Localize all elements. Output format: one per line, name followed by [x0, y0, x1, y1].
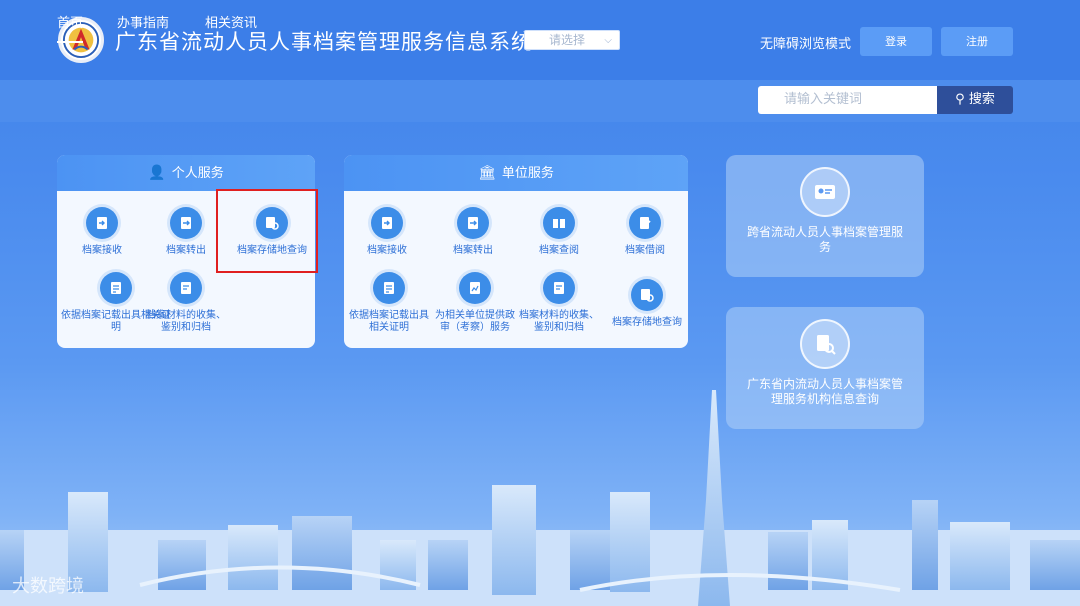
service-item-label: 档案借阅	[625, 245, 665, 256]
service-item-label: 档案转出	[166, 245, 206, 256]
building-icon: 🏛	[478, 165, 496, 181]
city-skyline-illustration	[0, 390, 1080, 606]
service-item-label: 档案转出	[453, 245, 493, 256]
archive-icon	[543, 272, 575, 304]
service-item-label: 档案接收	[367, 245, 407, 256]
service-item-personal-receive[interactable]: 档案接收	[62, 207, 142, 257]
search-button[interactable]: ⚲ 搜索	[937, 86, 1013, 114]
nav-home[interactable]: 首页	[57, 12, 84, 43]
service-item-label: 档案接收	[82, 245, 122, 256]
certificate-icon	[100, 272, 132, 304]
register-button[interactable]: 注册	[941, 27, 1013, 56]
service-item-unit-review[interactable]: 为相关单位提供政审（考察）服务	[432, 272, 518, 334]
search-button-label: 搜索	[968, 92, 995, 107]
document-search-icon	[800, 319, 850, 369]
certificate-icon	[373, 272, 405, 304]
search-icon: ⚲	[955, 92, 965, 107]
book-icon	[543, 207, 575, 239]
file-receive-icon	[371, 207, 403, 239]
cross-province-card-label: 跨省流动人员人事档案管理服务	[746, 225, 903, 254]
file-search-icon	[631, 279, 663, 311]
nav-news[interactable]: 相关资讯	[205, 12, 257, 31]
region-select[interactable]: 请选择 ⌵	[524, 30, 620, 50]
watermark: 大数跨境	[12, 576, 84, 597]
region-select-placeholder: 请选择	[549, 33, 586, 47]
service-item-label: 为相关单位提供政审（考察）服务	[435, 310, 515, 333]
file-edit-icon	[629, 207, 661, 239]
file-receive-icon	[86, 207, 118, 239]
service-item-unit-receive[interactable]: 档案接收	[347, 207, 427, 257]
file-transfer-icon	[170, 207, 202, 239]
id-card-icon	[800, 167, 850, 217]
search-input[interactable]: 请输入关键词	[758, 86, 938, 114]
chevron-down-icon: ⌵	[604, 35, 612, 46]
service-item-unit-consult[interactable]: 档案查阅	[519, 207, 599, 257]
service-item-label: 档案查阅	[539, 245, 579, 256]
service-item-personal-transfer[interactable]: 档案转出	[146, 207, 226, 257]
service-item-unit-storage-query[interactable]: 档案存储地查询	[605, 279, 689, 329]
service-item-unit-certificate[interactable]: 依据档案记载出具相关证明	[346, 272, 432, 334]
service-item-unit-transfer[interactable]: 档案转出	[433, 207, 513, 257]
login-button[interactable]: 登录	[860, 27, 932, 56]
site-title: 广东省流动人员人事档案管理服务信息系统	[115, 30, 533, 54]
personal-services-header: 👤 个人服务	[57, 155, 315, 191]
archive-icon	[170, 272, 202, 304]
unit-services-header: 🏛 单位服务	[344, 155, 688, 191]
person-icon: 👤	[148, 165, 166, 181]
accessibility-mode-link[interactable]: 无障碍浏览模式	[760, 33, 851, 52]
service-item-unit-borrow[interactable]: 档案借阅	[605, 207, 685, 257]
service-item-personal-archive[interactable]: 档案材料的收集、鉴别和归档	[146, 272, 226, 334]
service-item-label: 档案材料的收集、鉴别和归档	[519, 310, 599, 333]
personal-services-title: 个人服务	[171, 166, 224, 181]
service-item-label: 依据档案记载出具相关证明	[349, 310, 429, 333]
service-item-label: 档案存储地查询	[612, 317, 682, 328]
highlight-box	[216, 189, 318, 273]
unit-services-title: 单位服务	[501, 166, 554, 181]
file-transfer-icon	[457, 207, 489, 239]
nav-guide[interactable]: 办事指南	[117, 12, 169, 31]
cross-province-card[interactable]: 跨省流动人员人事档案管理服务	[726, 155, 924, 277]
review-icon	[459, 272, 491, 304]
service-item-unit-archive[interactable]: 档案材料的收集、鉴别和归档	[518, 272, 600, 334]
service-item-label: 档案材料的收集、鉴别和归档	[146, 310, 226, 333]
